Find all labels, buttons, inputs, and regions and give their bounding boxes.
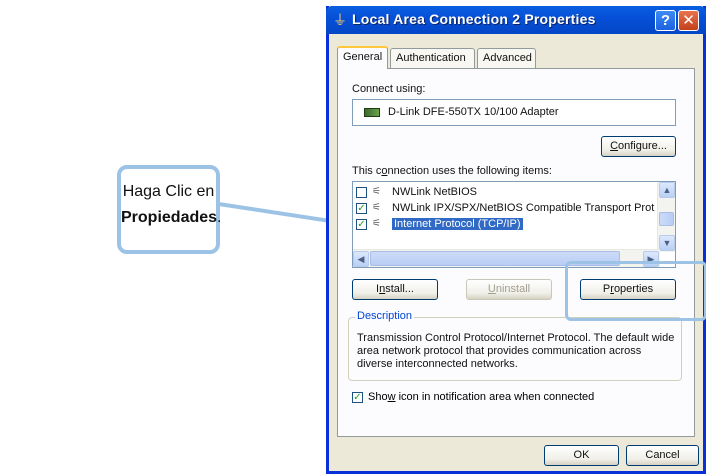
window-title: Local Area Connection 2 Properties <box>352 11 596 27</box>
protocol-icon: ⚟ <box>372 202 381 213</box>
notify-label-pre: Sho <box>368 391 388 403</box>
uninstall-button[interactable]: Uninstall <box>466 279 552 300</box>
adapter-box: D-Link DFE-550TX 10/100 Adapter <box>352 99 676 126</box>
configure-label-accel: C <box>610 140 619 152</box>
items-label-pre: This c <box>352 165 382 177</box>
description-title: Description <box>355 310 415 322</box>
install-button[interactable]: Install... <box>352 279 438 300</box>
protocol-icon: ⚟ <box>372 218 381 229</box>
scroll-down-arrow-icon[interactable]: ▼ <box>659 235 675 251</box>
properties-dialog: ⏚ Local Area Connection 2 Properties ? ✕… <box>326 6 706 474</box>
notify-checkbox[interactable]: ✓ <box>352 392 363 403</box>
item-label-selected: Internet Protocol (TCP/IP) <box>392 218 523 230</box>
general-panel: Connect using: D-Link DFE-550TX 10/100 A… <box>337 68 695 437</box>
description-text: Transmission Control Protocol/Internet P… <box>357 332 675 370</box>
vertical-scroll-thumb[interactable] <box>659 212 674 226</box>
tab-general[interactable]: General <box>337 46 388 69</box>
instruction-callout: Haga Clic en Propiedades. <box>117 165 221 254</box>
vertical-scrollbar[interactable]: ▲ ▼ <box>657 182 675 252</box>
callout-line2: Propiedades. <box>121 205 221 231</box>
callout-bold: Propiedades <box>121 209 218 226</box>
protocol-icon: ⚟ <box>372 186 381 197</box>
items-label-post: nnection uses the following items: <box>387 165 552 177</box>
install-label-post: stall... <box>385 283 414 295</box>
scroll-left-arrow-icon[interactable]: ◀ <box>353 251 369 267</box>
close-button[interactable]: ✕ <box>678 10 699 31</box>
tab-authentication[interactable]: Authentication <box>390 48 475 68</box>
callout-line1: Haga Clic en <box>122 183 215 200</box>
items-label: This connection uses the following items… <box>352 165 552 177</box>
help-button[interactable]: ? <box>655 10 676 31</box>
description-group: Description Transmission Control Protoco… <box>348 310 682 381</box>
adapter-name: D-Link DFE-550TX 10/100 Adapter <box>388 106 559 118</box>
callout-suffix: . <box>217 209 222 226</box>
properties-highlight <box>565 261 706 321</box>
connect-using-label: Connect using: <box>352 83 426 95</box>
notify-label: Show icon in notification area when conn… <box>368 391 594 403</box>
configure-button[interactable]: Configure... <box>601 136 676 157</box>
network-adapter-icon <box>364 108 380 117</box>
item-label: NWLink IPX/SPX/NetBIOS Compatible Transp… <box>392 202 655 214</box>
notify-label-accel: w <box>387 391 396 403</box>
uninstall-label-post: ninstall <box>495 283 531 295</box>
components-list[interactable]: ⚟ NWLink NetBIOS ✓ ⚟ NWLink IPX/SPX/NetB… <box>352 181 676 268</box>
title-bar[interactable]: ⏚ Local Area Connection 2 Properties ? ✕ <box>326 6 706 34</box>
item-label: NWLink NetBIOS <box>392 186 477 198</box>
notify-label-post: icon in notification area when connected <box>395 391 595 403</box>
item-checkbox[interactable]: ✓ <box>356 203 367 214</box>
item-checkbox[interactable] <box>356 187 367 198</box>
item-checkbox[interactable]: ✓ <box>356 219 367 230</box>
scroll-up-arrow-icon[interactable]: ▲ <box>659 182 675 198</box>
cancel-button[interactable]: Cancel <box>626 445 699 466</box>
network-connection-icon: ⏚ <box>333 12 347 28</box>
configure-label-post: onfigure... <box>618 140 667 152</box>
uninstall-label-accel: U <box>487 283 496 295</box>
ok-button[interactable]: OK <box>544 445 619 466</box>
tab-advanced[interactable]: Advanced <box>477 48 536 68</box>
